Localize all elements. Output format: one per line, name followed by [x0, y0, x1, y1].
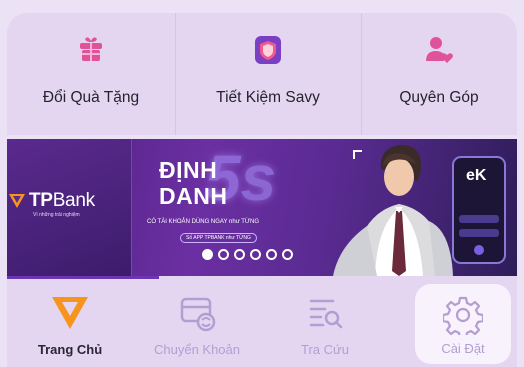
- transfer-icon: [180, 297, 216, 332]
- tab-label: Trang Chủ: [37, 342, 103, 357]
- promo-banner[interactable]: TPBank Vì những trải nghiệm 5s ĐỊNH DANH…: [7, 139, 517, 276]
- banner-divider: [131, 139, 132, 276]
- carousel-dot[interactable]: [250, 249, 261, 260]
- banner-brand-panel: TPBank Vì những trải nghiệm: [7, 139, 131, 276]
- carousel-dot[interactable]: [234, 249, 245, 260]
- gear-icon: [443, 296, 483, 335]
- donate-heart-icon: [426, 37, 453, 63]
- brand-slogan: Vì những trải nghiệm: [33, 212, 80, 218]
- tab-lookup[interactable]: Tra Cứu: [261, 276, 389, 367]
- carousel-indicator: [202, 249, 293, 260]
- quick-action-savy[interactable]: Tiết Kiệm Savy: [175, 13, 361, 135]
- carousel-dot[interactable]: [202, 249, 213, 260]
- tab-home[interactable]: Trang Chủ: [7, 276, 133, 367]
- tab-settings[interactable]: Cài Đặt: [415, 284, 511, 364]
- carousel-dot[interactable]: [266, 249, 277, 260]
- quick-action-label: Quyên Góp: [399, 89, 479, 106]
- bottom-nav-bar: Trang Chủ Chuyển Khoản Tra Cứu Cài Đặt: [7, 276, 517, 367]
- tab-label: Cài Đặt: [441, 341, 485, 356]
- banner-subline: CÓ TÀI KHOẢN DÙNG NGAY như TỪNG: [147, 219, 260, 225]
- headline-line1: ĐỊNH: [159, 157, 218, 183]
- shield-savings-icon: [255, 36, 281, 64]
- presenter-image: [333, 145, 453, 276]
- quick-actions-card: Đổi Quà Tặng Tiết Kiệm Savy Quyên Góp: [7, 13, 517, 135]
- tab-label: Chuyển Khoản: [153, 342, 240, 357]
- gift-icon: [80, 37, 102, 61]
- home-logo-icon: [52, 297, 88, 329]
- banner-cta-badge: Số APP TPBANK như TỪNG: [180, 233, 257, 243]
- tab-label: Tra Cứu: [301, 342, 349, 357]
- quick-action-gift[interactable]: Đổi Quà Tặng: [7, 13, 175, 135]
- headline-line2: DANH: [159, 183, 228, 209]
- carousel-dot[interactable]: [218, 249, 229, 260]
- search-list-icon: [309, 299, 343, 329]
- quick-action-donate[interactable]: Quyên Góp: [361, 13, 517, 135]
- quick-action-label: Đổi Quà Tặng: [42, 89, 140, 106]
- tpbank-logo-icon: [9, 194, 25, 208]
- phone-screen-text: eK: [466, 167, 487, 184]
- tab-transfer[interactable]: Chuyển Khoản: [133, 276, 261, 367]
- tpbank-logo-text: TPBank: [29, 190, 95, 211]
- carousel-dot[interactable]: [282, 249, 293, 260]
- app-screen: Đổi Quà Tặng Tiết Kiệm Savy Quyên Góp TP…: [0, 0, 524, 367]
- quick-action-label: Tiết Kiệm Savy: [216, 89, 320, 106]
